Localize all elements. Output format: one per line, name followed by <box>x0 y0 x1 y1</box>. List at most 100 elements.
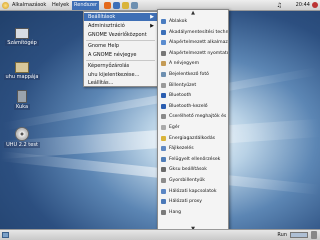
menu-item-label: Alapértelmezett nyomtató <box>169 50 229 56</box>
submenu-arrow-icon: ▶ <box>150 14 154 20</box>
desktop-icon-label: Számítógép <box>5 40 39 46</box>
menu-item-label: Alapértelmezett alkalmazások <box>169 40 228 46</box>
menu-item-label: Bejelentkező fotó <box>169 72 209 77</box>
preferences-menu-item[interactable]: Hálózati kapcsolatok <box>158 188 228 195</box>
preferences-menu-item[interactable]: Cserélhető meghajtók és adathordozók <box>158 113 228 120</box>
panel-clock[interactable]: 20:44 <box>296 1 310 10</box>
menu-item-label: Fájlkezelés <box>169 146 194 152</box>
places-menu[interactable]: Helyek <box>50 1 71 10</box>
system-menu-item-about[interactable]: A GNOME névjegye <box>84 51 157 59</box>
menu-separator <box>86 60 155 61</box>
parental-control-icon <box>161 156 166 162</box>
menu-item-label: Cserélhető meghajtók és adathordozók <box>169 114 228 120</box>
preferences-menu-item[interactable]: A névjegyem <box>158 60 228 67</box>
menu-item-label: Energiagazdálkodás <box>169 135 216 141</box>
about-me-icon <box>161 61 166 67</box>
preferences-menu-item[interactable]: Akadálymentesítési technológiák <box>158 29 228 36</box>
menu-item-label: A névjegyem <box>169 61 200 67</box>
preferences-menu-item[interactable]: Ablakok <box>158 18 228 25</box>
desktop-icon-cd[interactable]: UHU 2.2 test <box>2 127 42 148</box>
desktop-icon-label: uhu mappája <box>3 74 41 80</box>
terminal-launcher-icon[interactable] <box>131 2 138 9</box>
computer-icon <box>15 28 29 39</box>
system-menu-item-administration[interactable]: Adminisztráció ▶ <box>84 22 157 30</box>
preferences-menu-item[interactable]: Bluetooth-kezelő <box>158 103 228 110</box>
menu-item-label: Ablakok <box>169 19 188 24</box>
volume-icon[interactable]: ♫ <box>277 1 282 10</box>
system-menu-item-control-center[interactable]: GNOME Vezérlőközpont <box>84 31 157 39</box>
keyboard-icon <box>161 82 166 88</box>
menu-item-label: Billentyűzet <box>169 82 197 88</box>
default-apps-icon <box>161 40 166 46</box>
system-menu-item-shutdown[interactable]: Leállítás... <box>84 79 157 87</box>
login-photo-icon <box>161 72 166 77</box>
menu-item-label: Hálózati proxy <box>169 199 202 205</box>
preferences-menu-item[interactable]: Bejelentkező fotó <box>158 71 228 78</box>
windows-icon <box>161 19 166 24</box>
menu-item-label: Akadálymentesítési technológiák <box>169 29 229 35</box>
network-icon <box>161 188 166 194</box>
preferences-menu-item[interactable]: Alapértelmezett nyomtató <box>158 50 228 57</box>
gnome-foot-icon <box>2 2 9 9</box>
desktop-icon-trash[interactable]: Kuka <box>2 90 42 110</box>
preferences-menu-item[interactable]: Hang <box>158 209 228 216</box>
system-menu: Beállítások ▶ Adminisztráció ▶ GNOME Vezér… <box>83 11 158 87</box>
desktop-icon-home[interactable]: uhu mappája <box>2 62 42 80</box>
desktop-icon-label: UHU 2.2 test <box>4 142 40 148</box>
firefox-launcher-icon[interactable] <box>104 2 111 9</box>
proxy-icon <box>161 199 166 205</box>
preferences-menu-item[interactable]: Felügyelt ellenőrzések <box>158 156 228 163</box>
bluetooth-manager-icon <box>161 103 166 109</box>
system-menu-item-logout[interactable]: uhu kijelentkezése... <box>84 71 157 79</box>
desktop-icon-label: Kuka <box>13 104 31 110</box>
preferences-menu-item[interactable]: Fájlkezelés <box>158 145 228 152</box>
email-launcher-icon[interactable] <box>113 2 120 9</box>
menu-item-label: Hang <box>169 209 182 215</box>
power-icon <box>161 135 166 141</box>
menu-item-label: Felügyelt ellenőrzések <box>169 156 221 162</box>
preferences-menu-item[interactable]: Gyorsbillentyűk <box>158 177 228 184</box>
workspace-switcher[interactable] <box>290 232 308 238</box>
system-menu-button[interactable]: Rendszer <box>72 1 100 10</box>
preferences-menu-item[interactable]: Egér <box>158 124 228 131</box>
mouse-icon <box>161 125 166 130</box>
trash-icon <box>17 90 27 103</box>
applications-menu[interactable]: Alkalmazások <box>10 1 48 10</box>
sound-icon <box>161 209 166 215</box>
desktop-icon-computer[interactable]: Számítógép <box>2 28 42 46</box>
removable-drive-icon <box>161 114 166 120</box>
gksu-icon <box>161 167 166 173</box>
accessibility-icon <box>161 29 166 35</box>
menu-item-label: Gksu beállítások <box>169 167 207 173</box>
menu-item-label: Beállítások <box>88 14 116 20</box>
show-desktop-icon[interactable] <box>2 232 9 238</box>
menu-item-label: Bluetooth-kezelő <box>169 103 208 109</box>
system-menu-item-preferences[interactable]: Beállítások ▶ <box>84 13 157 21</box>
menu-item-label: Hálózati kapcsolatok <box>169 188 217 194</box>
preferences-submenu: ▲ Ablakok Akadálymentesítési technológiák… <box>157 9 229 233</box>
file-management-icon <box>161 146 166 152</box>
shortcuts-icon <box>161 178 166 183</box>
panel-trash-icon[interactable] <box>311 231 317 239</box>
preferences-menu-item[interactable]: Bluetooth <box>158 92 228 99</box>
preferences-menu-item[interactable]: Hálózati proxy <box>158 198 228 205</box>
bluetooth-icon <box>161 93 166 99</box>
printer-icon <box>161 50 166 56</box>
cd-disc-icon <box>15 127 29 141</box>
logout-icon[interactable] <box>312 2 318 8</box>
preferences-menu-item[interactable]: Billentyűzet <box>158 82 228 89</box>
menu-item-label: Gyorsbillentyűk <box>169 178 205 183</box>
menu-separator <box>86 40 155 41</box>
preferences-menu-item[interactable]: Energiagazdálkodás <box>158 135 228 142</box>
bottom-panel: Run <box>0 229 320 240</box>
preferences-menu-item[interactable]: Alapértelmezett alkalmazások <box>158 39 228 46</box>
system-menu-item-help[interactable]: Gnome Help <box>84 42 157 50</box>
office-launcher-icon[interactable] <box>122 2 129 9</box>
preferences-menu-item[interactable]: Gksu beállítások <box>158 166 228 173</box>
menu-item-label: Adminisztráció <box>88 23 125 29</box>
workspace-label: Run <box>277 232 287 238</box>
scroll-up-arrow-icon[interactable]: ▲ <box>158 10 228 16</box>
home-folder-icon <box>15 62 29 73</box>
system-menu-item-lock-screen[interactable]: Képernyőzárolás <box>84 62 157 70</box>
submenu-arrow-icon: ▶ <box>150 23 154 29</box>
